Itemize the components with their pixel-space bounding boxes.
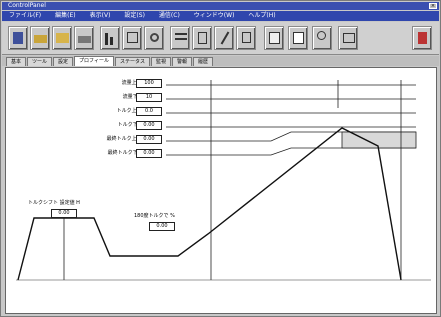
open-icon[interactable]	[30, 26, 50, 50]
title-bar: ControlPanel ×	[2, 2, 439, 10]
menu-window[interactable]: ウィンドウ(W)	[187, 11, 242, 21]
menu-comm[interactable]: 通信(C)	[152, 11, 187, 21]
tab-alarm[interactable]: 警報	[171, 57, 192, 66]
doc-icon[interactable]	[264, 26, 284, 50]
tab-status[interactable]: ステータス	[114, 57, 150, 66]
param-field-4[interactable]: 0.00	[136, 121, 162, 130]
final-torque-band	[341, 131, 417, 149]
snug-label: トルクシフト 設定値 H	[28, 200, 80, 206]
param-field-3[interactable]: 0.0	[136, 107, 162, 116]
tab-setting[interactable]: 設定	[53, 57, 74, 66]
menu-view[interactable]: 表示(V)	[83, 11, 118, 21]
window-title: ControlPanel	[8, 2, 46, 9]
profile-graph: 流量上限値 H 100 流量下限値 L 10 トルク上限値 H 0.0 トルク下…	[5, 67, 437, 314]
param-field-1[interactable]: 100	[136, 79, 162, 88]
menu-help[interactable]: ヘルプ(H)	[241, 11, 282, 21]
tab-history[interactable]: 履歴	[193, 57, 214, 66]
pen-icon[interactable]	[214, 26, 234, 50]
tab-monitor[interactable]: 監視	[150, 57, 171, 66]
menu-file[interactable]: ファイル(F)	[2, 11, 48, 21]
param-field-2[interactable]: 10	[136, 93, 162, 102]
tab-tool[interactable]: ツール	[27, 57, 53, 66]
save-icon[interactable]	[8, 26, 28, 50]
edit-icon[interactable]	[288, 26, 308, 50]
tab-strip: 基本 ツール 設定 プロフィール ステータス 監視 警報 履歴	[2, 56, 439, 66]
param-field-5[interactable]: 0.00	[136, 135, 162, 144]
magnify-icon[interactable]	[312, 26, 332, 50]
tab-profile[interactable]: プロフィール	[74, 56, 114, 66]
grid-icon[interactable]	[122, 26, 142, 50]
cal-field[interactable]: 0.00	[149, 222, 175, 231]
close-icon[interactable]: ×	[429, 3, 437, 9]
settings-icon[interactable]	[144, 26, 164, 50]
window-icon[interactable]	[338, 26, 358, 50]
snug-field[interactable]: 0.00	[51, 209, 77, 218]
menu-edit[interactable]: 編集(E)	[48, 11, 82, 21]
copy-icon[interactable]	[192, 26, 212, 50]
menu-settings[interactable]: 設定(S)	[117, 11, 152, 21]
exit-icon[interactable]	[412, 26, 432, 50]
cal-label: 180度トルクで %	[134, 213, 175, 219]
chart-icon[interactable]	[100, 26, 120, 50]
menu-bar: ファイル(F) 編集(E) 表示(V) 設定(S) 通信(C) ウィンドウ(W)…	[2, 11, 439, 21]
app-window: ControlPanel × ファイル(F) 編集(E) 表示(V) 設定(S)…	[0, 0, 441, 317]
tab-basic[interactable]: 基本	[6, 57, 27, 66]
list-icon[interactable]	[170, 26, 190, 50]
warning-icon[interactable]	[236, 26, 256, 50]
param-field-6[interactable]: 0.00	[136, 149, 162, 158]
profile-svg	[16, 80, 431, 281]
print-icon[interactable]	[74, 26, 94, 50]
folder-icon[interactable]	[52, 26, 72, 50]
toolbar	[2, 22, 439, 55]
